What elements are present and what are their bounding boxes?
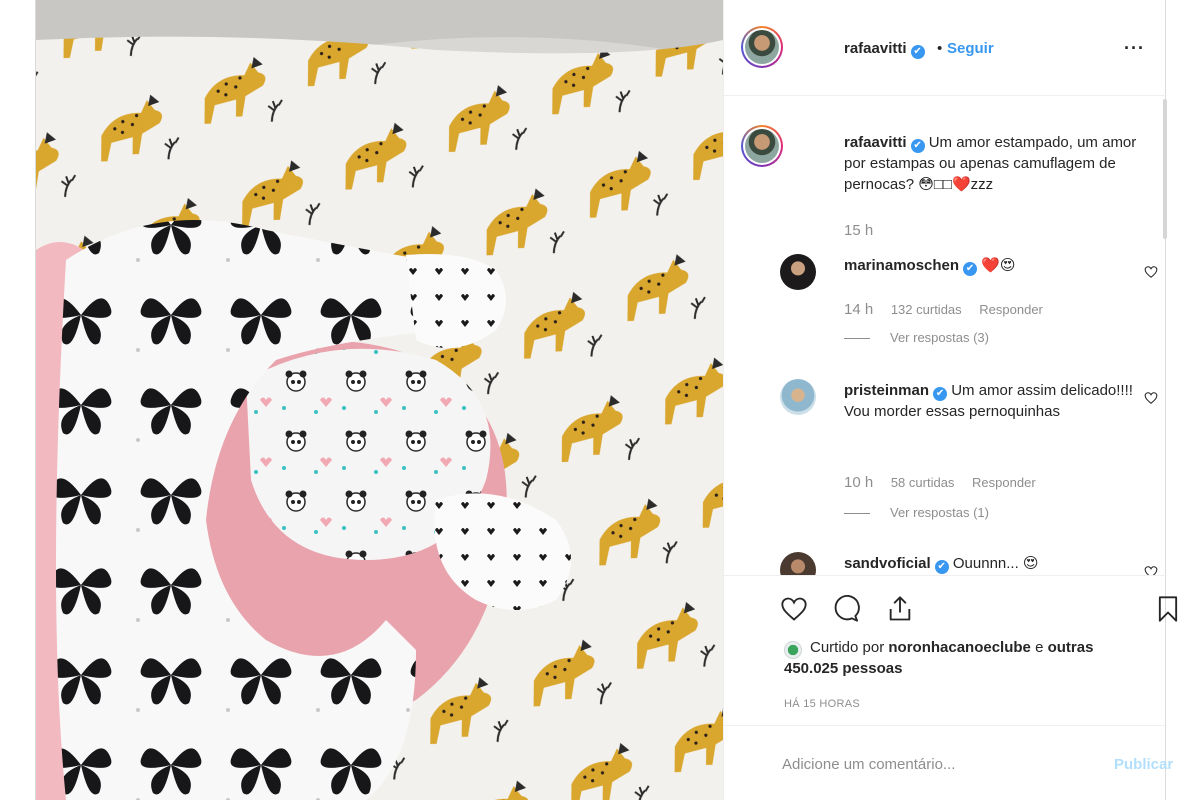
comments-scrollbar[interactable] [1163,99,1167,239]
comment-input[interactable] [782,750,1082,778]
header-separator: • [937,40,943,57]
comment-meta: 14 h 132 curtidas Responder [844,301,1057,318]
add-comment-bar: Publicar [724,725,1173,800]
comments-list[interactable]: rafaavitti ✔ Um amor estampado, um amor p… [724,97,1167,575]
view-replies-button[interactable]: Ver respostas (1) [844,505,989,520]
comment: marinamoschen ✔ ❤️😍 [844,255,1144,276]
post-time-ago[interactable]: HÁ 15 HORAS [784,698,860,710]
comment-avatar[interactable] [780,379,816,415]
liked-by-suffix: e [1035,639,1044,656]
verified-badge-icon: ✔ [934,560,949,574]
like-comment-heart-icon[interactable] [1144,391,1158,405]
author-username-text[interactable]: rafaavitti [844,40,907,57]
verified-badge-icon: ✔ [933,387,948,401]
comment-likes[interactable]: 58 curtidas [891,475,955,490]
comment-meta: 10 h 58 curtidas Responder [844,474,1050,491]
like-comment-heart-icon[interactable] [1144,565,1158,575]
verified-badge-icon: ✔ [910,139,925,153]
view-replies-button[interactable]: Ver respostas (3) [844,330,989,345]
comment: pristeinman ✔ Um amor assim delicado!!!! … [844,380,1144,422]
follow-button[interactable]: Seguir [947,40,994,57]
post-photo[interactable] [36,0,723,800]
reply-button[interactable]: Responder [979,302,1043,317]
like-comment-heart-icon[interactable] [1144,265,1158,279]
liked-by-user[interactable]: noronhacanoeclube [888,639,1031,656]
publish-button[interactable]: Publicar [1114,756,1173,773]
reply-button[interactable]: Responder [972,475,1036,490]
caption-author-avatar[interactable] [741,125,783,167]
comment-bubble-icon[interactable] [832,595,860,623]
comment-username[interactable]: sandvoficial [844,555,931,572]
more-options-icon[interactable]: ··· [1124,38,1145,59]
save-bookmark-icon[interactable] [1154,595,1182,623]
share-icon[interactable] [886,595,914,623]
view-replies-label[interactable]: Ver respostas (1) [890,505,989,520]
verified-badge-icon: ✔ [963,262,978,276]
author-username[interactable]: rafaavitti ✔ [844,40,925,59]
comment-username[interactable]: marinamoschen [844,257,959,274]
post-header: rafaavitti ✔ • Seguir ··· [724,0,1167,96]
caption-meta: 15 h [844,222,887,239]
liked-by-text: Curtido por noronhacanoeclube e outras 4… [784,637,1124,679]
comment-likes[interactable]: 132 curtidas [891,302,962,317]
baby-legs-photo [36,0,723,800]
caption-username[interactable]: rafaavitti [844,134,907,151]
instagram-post: rafaavitti ✔ • Seguir ··· rafaavitti ✔ Um … [35,0,1178,800]
liked-by-prefix: Curtido por [810,639,885,656]
like-heart-icon[interactable] [780,595,808,623]
view-replies-label[interactable]: Ver respostas (3) [890,330,989,345]
author-avatar[interactable] [741,26,783,68]
comment-time[interactable]: 14 h [844,301,873,318]
caption: rafaavitti ✔ Um amor estampado, um amor p… [844,132,1144,195]
caption-time[interactable]: 15 h [844,222,873,239]
comment-username[interactable]: pristeinman [844,382,929,399]
comment-text: Ouunnn... 😍 [952,555,1039,572]
comment-avatar[interactable] [780,254,816,290]
post-sidebar: rafaavitti ✔ • Seguir ··· rafaavitti ✔ Um … [723,0,1178,800]
comment-time[interactable]: 10 h [844,474,873,491]
comment-text: ❤️😍 [981,257,1016,274]
verified-badge-icon: ✔ [910,45,925,59]
comment: sandvoficial ✔ Ouunnn... 😍 [844,553,1144,574]
post-actions: Curtido por noronhacanoeclube e outras 4… [724,575,1178,725]
comment-avatar[interactable] [780,552,816,575]
